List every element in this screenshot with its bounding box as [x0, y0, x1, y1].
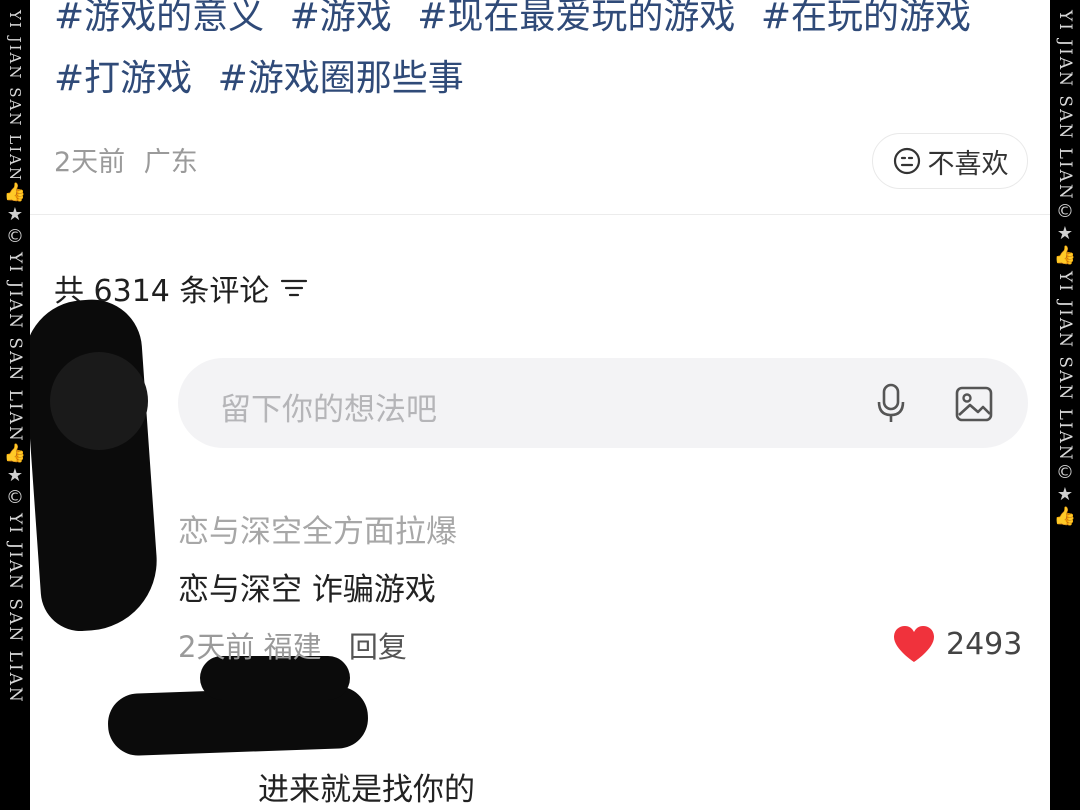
copyright-icon: © [5, 486, 24, 508]
comment-username[interactable]: 恋与深空全方面拉爆 [178, 506, 457, 551]
section-divider [30, 214, 1050, 215]
hashtag-link[interactable]: #打游戏 [54, 58, 192, 99]
comment-text: 恋与深空 诈骗游戏 [178, 572, 436, 608]
sort-icon[interactable] [279, 276, 309, 300]
star-icon: ★ [1056, 483, 1074, 505]
comment-input-placeholder: 留下你的想法吧 [220, 392, 437, 428]
watermark-text: YI JIAN SAN LIAN [5, 10, 24, 183]
microphone-icon[interactable] [874, 382, 908, 424]
reply-button[interactable]: 回复 [349, 630, 407, 664]
app-screen: #游戏的意义 #游戏 #现在最爱玩的游戏 #在玩的游戏 #打游戏 #游戏圈那些事… [30, 0, 1050, 810]
post-time: 2天前 [54, 147, 126, 178]
thumbs-up-icon: 👍 [3, 442, 27, 464]
image-icon[interactable] [954, 384, 994, 424]
heart-icon[interactable] [892, 624, 936, 664]
left-watermark-strip: YI JIAN SAN LIAN 👍 ★ © YI JIAN SAN LIAN … [0, 0, 30, 810]
dislike-label: 不喜欢 [927, 148, 1009, 180]
hashtag-link[interactable]: #在玩的游戏 [761, 0, 971, 37]
copyright-icon: © [5, 226, 24, 248]
watermark-text: YI JIAN SAN LIAN [1054, 10, 1075, 201]
watermark-text: YI JIAN SAN LIAN [1054, 270, 1075, 462]
comment-time: 2天前 [178, 630, 255, 664]
post-tags: #游戏的意义 #游戏 #现在最爱玩的游戏 #在玩的游戏 #打游戏 #游戏圈那些事 [54, 0, 1034, 110]
hashtag-link[interactable]: #游戏 [290, 0, 392, 37]
redaction-scribble [50, 352, 148, 450]
post-meta: 2天前 广东 [54, 140, 208, 179]
right-watermark-strip: YI JIAN SAN LIAN © ★ 👍 YI JIAN SAN LIAN … [1050, 0, 1080, 810]
comment-input[interactable]: 留下你的想法吧 [178, 358, 1028, 448]
post-location: 广东 [143, 147, 198, 178]
hashtag-link[interactable]: #现在最爱玩的游戏 [417, 0, 735, 37]
copyright-icon: © [1055, 200, 1074, 222]
star-icon: ★ [1056, 222, 1074, 244]
neutral-face-icon [893, 147, 920, 175]
thumbs-up-icon: 👍 [3, 182, 27, 204]
redaction-scribble [30, 296, 162, 634]
copyright-icon: © [1055, 461, 1074, 483]
hashtag-link[interactable]: #游戏圈那些事 [218, 58, 464, 99]
watermark-text: YI JIAN SAN LIAN [4, 252, 25, 443]
watermark-text: YI JIAN SAN LIAN [4, 512, 25, 704]
reply-comment-text: 进来就是找你的 [258, 772, 475, 808]
thumbs-up-icon: 👍 [1053, 505, 1077, 527]
star-icon: ★ [6, 204, 24, 226]
like-button[interactable]: 2493 [892, 624, 1022, 664]
comment-location: 福建 [263, 630, 322, 664]
dislike-button[interactable]: 不喜欢 [872, 133, 1028, 189]
star-icon: ★ [6, 464, 24, 486]
like-count: 2493 [946, 626, 1023, 662]
hashtag-link[interactable]: #游戏的意义 [54, 0, 264, 37]
comment-meta: 2天前 福建 回复 [178, 624, 407, 666]
thumbs-up-icon: 👍 [1053, 244, 1077, 266]
